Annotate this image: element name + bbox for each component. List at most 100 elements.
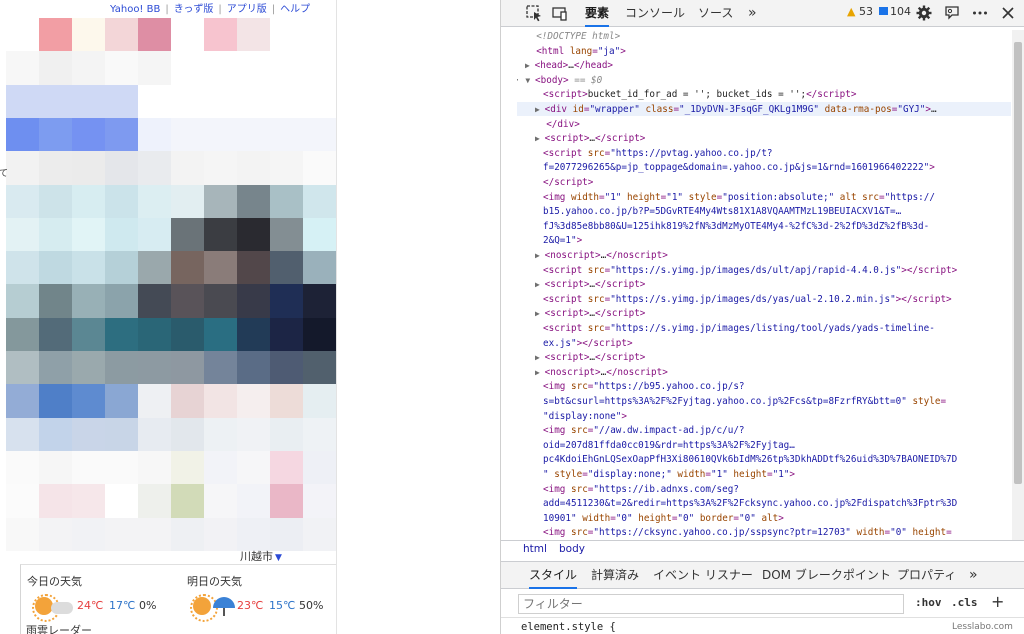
dom-node-line[interactable]: <img src="https://cksync.yahoo.co.jp/ssp… — [543, 526, 952, 540]
mosaic-block — [39, 284, 73, 319]
breadcrumb-html[interactable]: html — [523, 543, 547, 555]
styles-tabbar: スタイル 計算済み イベント リスナー DOM ブレークポイント プロパティ » — [501, 561, 1024, 589]
nav-link-app[interactable]: アプリ版 — [227, 4, 267, 15]
mosaic-block — [171, 417, 205, 452]
dom-node-line[interactable]: <img width="1" height="1" style="positio… — [543, 191, 935, 206]
dom-node-line[interactable]: 2&Q=1"> — [543, 234, 582, 249]
hov-toggle[interactable]: :hov — [915, 596, 942, 609]
dom-node-line[interactable]: pc4KdoiEhGnLQSexOapPfH3Xi80610QVk6bIdM%2… — [543, 453, 957, 468]
dom-node-line[interactable]: <script src="https://s.yimg.jp/images/ds… — [543, 293, 952, 308]
tab-event-listeners[interactable]: イベント リスナー — [653, 562, 753, 589]
dom-node-line[interactable]: </div> — [535, 118, 580, 133]
inspect-element-icon[interactable] — [525, 4, 543, 22]
dom-node-line[interactable]: ▶ <div id="wrapper" class="_1DyDVN-3FsqG… — [535, 103, 937, 118]
mosaic-block — [237, 117, 271, 152]
messages-badge[interactable]: 104 — [879, 5, 911, 18]
feedback-icon[interactable] — [943, 4, 961, 22]
tab-computed[interactable]: 計算済み — [591, 562, 639, 589]
dom-node-line[interactable]: ▶ <script>…</script> — [535, 307, 645, 322]
dom-node-line[interactable]: ▶ <noscript>…</noscript> — [535, 249, 668, 264]
mosaic-block — [270, 84, 304, 119]
dom-node-line[interactable]: <!DOCTYPE html> — [525, 30, 620, 45]
dom-tree-scrollbar[interactable] — [1012, 30, 1024, 540]
dom-node-line[interactable]: s=bt&csurl=https%3A%2F%2Fyjtag.yahoo.co.… — [543, 395, 946, 410]
dom-node-line[interactable]: <img src="//aw.dw.impact-ad.jp/c/u/? — [543, 424, 745, 439]
tab-console[interactable]: コンソール — [625, 0, 685, 27]
nav-link-help[interactable]: ヘルプ — [280, 4, 310, 15]
cls-toggle[interactable]: .cls — [951, 596, 978, 609]
tab-properties[interactable]: プロパティ — [897, 562, 956, 589]
mosaic-block — [6, 517, 40, 552]
dom-node-line[interactable]: ▶ <script>…</script> — [535, 132, 645, 147]
mosaic-block — [138, 517, 172, 552]
tab-styles[interactable]: スタイル — [529, 562, 578, 589]
mosaic-block — [270, 217, 304, 252]
dom-node-line[interactable]: " style="display:none;" width="1" height… — [543, 468, 795, 483]
today-precip: 0% — [139, 599, 157, 612]
dom-node-line[interactable]: <img src="https://b95.yahoo.co.jp/s? — [543, 380, 745, 395]
dom-node-line[interactable]: <img src="https://ib.adnxs.com/seg? — [543, 483, 739, 498]
warnings-badge[interactable]: ▲ 53 — [847, 5, 873, 18]
mosaic-block — [138, 450, 172, 485]
dom-node-line[interactable]: <script src="https://s.yimg.jp/images/li… — [543, 322, 935, 337]
weather-today[interactable]: 今日の天気 24℃ 17℃ 0% — [27, 573, 177, 622]
mosaic-block — [303, 151, 337, 185]
dom-node-line[interactable]: </script> — [543, 176, 593, 191]
breadcrumb-body[interactable]: body — [559, 543, 585, 555]
dom-node-line[interactable]: 10901" width="0" height="0" border="0" a… — [543, 512, 784, 527]
mosaic-block — [270, 151, 304, 185]
dom-node-line[interactable]: "display:none"> — [543, 410, 627, 425]
mosaic-block — [138, 284, 172, 319]
dom-node-line[interactable]: <script src="https://s.yimg.jp/images/ds… — [543, 264, 957, 279]
dom-node-line[interactable]: ··· ▼ <body> == $0 — [517, 74, 602, 89]
dom-node-line[interactable]: add=4511230&t=2&redir=https%3A%2F%2Fcksy… — [543, 497, 957, 512]
mosaic-block — [171, 317, 205, 352]
nav-link-yahoo-bb[interactable]: Yahoo! BB — [110, 4, 160, 15]
mosaic-block — [237, 284, 271, 319]
dom-node-line[interactable]: ex.js"></script> — [543, 337, 633, 352]
more-options-icon[interactable] — [971, 4, 989, 22]
mosaic-block — [303, 117, 337, 152]
dom-node-line[interactable]: <script>bucket_id_for_ad = ''; bucket_id… — [543, 88, 856, 103]
dom-node-line[interactable]: f=2077296265&p=jp_toppage&domain=.yahoo.… — [543, 161, 935, 176]
city-selector[interactable]: 川越市 ▼ — [240, 548, 282, 564]
weather-tomorrow[interactable]: 明日の天気 23℃ 15℃ 50% — [187, 573, 337, 622]
dom-tree[interactable]: <!DOCTYPE html> <html lang="ja"> ▶ <head>… — [517, 30, 1011, 540]
mosaic-block — [303, 484, 337, 518]
element-style-rule[interactable]: element.style { — [521, 621, 616, 633]
more-style-tabs-button[interactable]: » — [969, 562, 978, 589]
tab-sources[interactable]: ソース — [698, 0, 733, 27]
mosaic-block — [138, 217, 172, 252]
styles-filter-input[interactable] — [518, 594, 904, 614]
dom-node-line[interactable]: oid=207d81ffda0cc019&rdr=https%3A%2F%2Fy… — [543, 439, 795, 454]
rain-radar-link[interactable]: 雨雲レーダー — [26, 622, 92, 634]
mosaic-block — [303, 517, 337, 552]
dom-node-line[interactable]: ▶ <noscript>…</noscript> — [535, 366, 668, 381]
mosaic-block — [72, 484, 106, 518]
dom-node-line[interactable]: ▶ <head>…</head> — [525, 59, 613, 74]
dom-node-line[interactable]: ▶ <script>…</script> — [535, 351, 645, 366]
mosaic-block — [72, 517, 106, 552]
mosaic-block — [204, 151, 238, 185]
close-icon[interactable] — [999, 4, 1017, 22]
mosaic-block — [303, 384, 337, 419]
nav-link-kids[interactable]: きっず版 — [174, 4, 214, 15]
dom-node-line[interactable]: ▶ <script>…</script> — [535, 278, 645, 293]
mosaic-block — [237, 517, 271, 552]
mosaic-block — [72, 84, 106, 119]
device-toolbar-icon[interactable] — [551, 4, 569, 22]
more-tabs-button[interactable]: » — [748, 0, 757, 27]
mosaic-block — [303, 184, 337, 219]
dom-node-line[interactable]: <script src="https://pvtag.yahoo.co.jp/t… — [543, 147, 773, 162]
dom-node-line[interactable]: b15.yahoo.co.jp/b?P=5DGvRTE4My4Wts81X1A8… — [543, 205, 901, 220]
gear-icon[interactable] — [915, 4, 933, 22]
tab-elements[interactable]: 要素 — [585, 0, 610, 27]
tab-dom-breakpoints[interactable]: DOM ブレークポイント — [762, 562, 891, 589]
scrollbar-thumb[interactable] — [1014, 42, 1022, 484]
dom-node-line[interactable]: <html lang="ja"> — [525, 45, 626, 60]
mosaic-block — [303, 51, 337, 86]
dom-node-line[interactable]: fJ%3d85e8bb80&U=125ihk819%2fN%3dMzMyOTE4… — [543, 220, 929, 235]
mosaic-block — [6, 317, 40, 352]
new-style-rule-button[interactable]: + — [991, 592, 1004, 611]
mosaic-block — [303, 251, 337, 285]
